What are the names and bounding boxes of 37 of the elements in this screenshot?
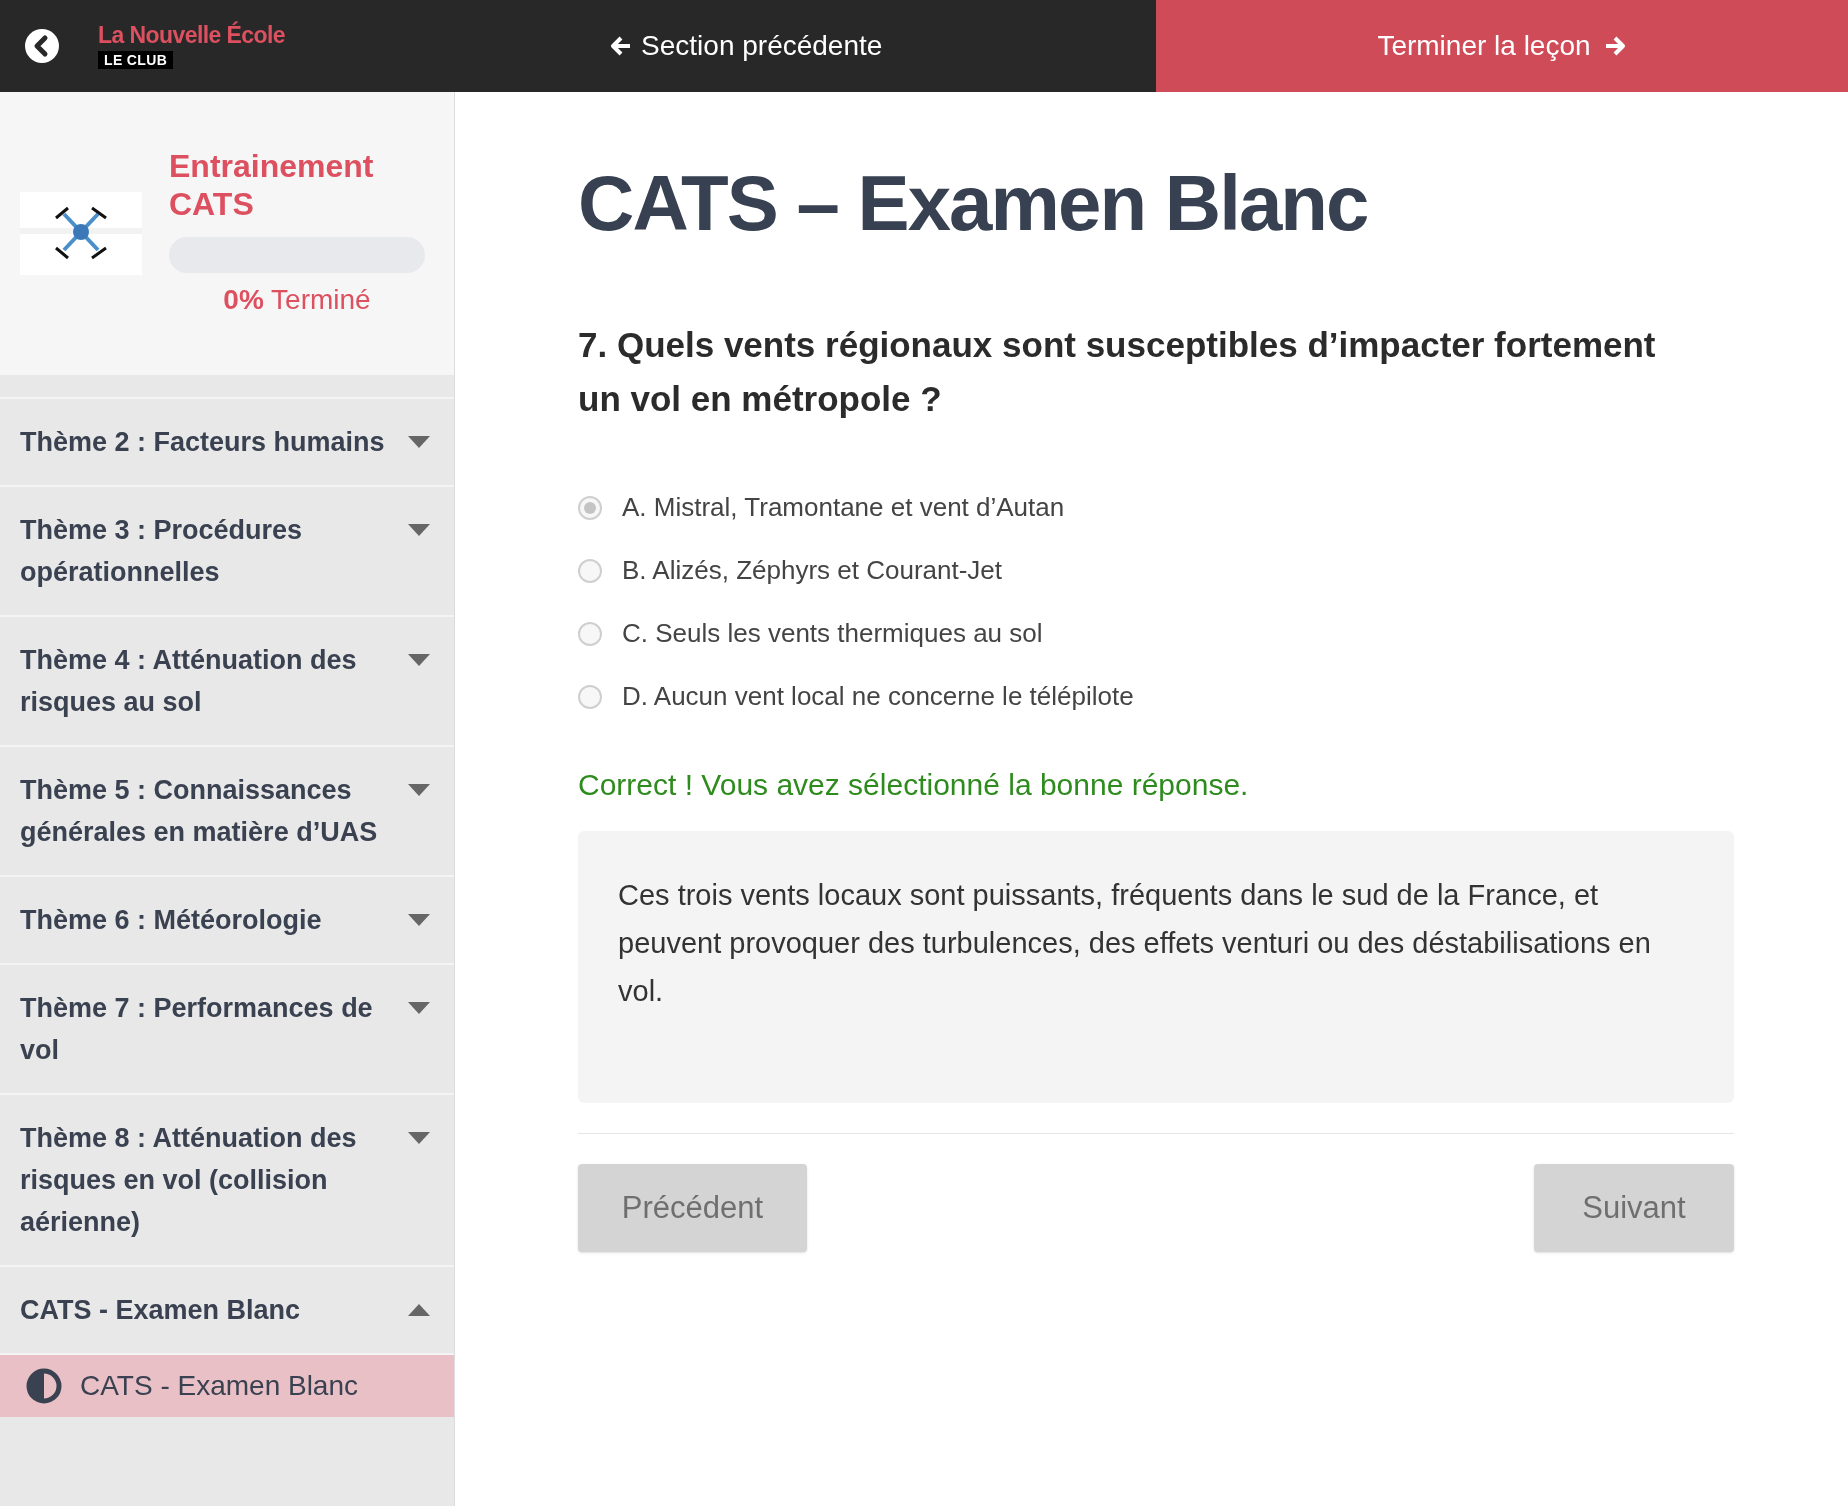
expand-caret-icon[interactable] [408, 914, 430, 926]
collapse-caret-icon[interactable] [408, 1304, 430, 1316]
radio-button[interactable] [578, 621, 602, 646]
previous-section-link[interactable]: Section précédente [609, 25, 883, 67]
radio-button[interactable] [578, 558, 602, 583]
section-title: Thème 8 : Atténuation des risques en vol (collision aérienne) [20, 1122, 358, 1239]
back-icon[interactable] [25, 29, 59, 63]
progress-label: 0% Terminé [222, 282, 372, 317]
answer-option[interactable]: C. Seuls les vents thermiques au sol [578, 614, 1734, 653]
radio-button[interactable] [578, 684, 602, 709]
expand-caret-icon[interactable] [408, 524, 430, 536]
section-title: Thème 7 : Performances de vol [20, 992, 374, 1067]
section-title: Thème 2 : Facteurs humains [20, 426, 386, 459]
section-title: CATS - Examen Blanc [20, 1294, 302, 1327]
section-title: Thème 6 : Météorologie [20, 904, 323, 937]
expand-caret-icon[interactable] [408, 784, 430, 796]
answer-option[interactable]: D. Aucun vent local ne concerne le télépilote [578, 677, 1734, 716]
brand-name: La Nouvelle École [98, 23, 286, 47]
finish-lesson-button[interactable]: Terminer la leçon [1156, 0, 1848, 92]
brand-tag: LE CLUB [98, 50, 174, 69]
half-circle-icon [26, 1368, 62, 1404]
expand-caret-icon[interactable] [408, 1132, 430, 1144]
answer-option[interactable]: B. Alizés, Zéphyrs et Courant-Jet [578, 551, 1734, 590]
feedback-message: Correct ! Vous avez sélectionné la bonne réponse. [578, 767, 1250, 803]
explanation-text: Ces trois vents locaux sont puissants, fréquents dans le sud de la France, et peuvent provoquer des turbulences, des effets venturi ou des déstabilisations en vol. [618, 878, 1652, 1009]
answer-option[interactable]: A. Mistral, Tramontane et vent d’Autan [578, 488, 1734, 527]
page-title: CATS – Examen Blanc [578, 164, 1369, 242]
section-title: Thème 5 : Connaissances générales en matière d’UAS [20, 774, 379, 849]
radio-button[interactable] [578, 495, 602, 520]
expand-caret-icon[interactable] [408, 654, 430, 666]
section-title: Thème 3 : Procédures opérationnelles [20, 514, 304, 589]
question-text: 7. Quels vents régionaux sont susceptibles d’impacter fortement un vol en métropole ? [578, 324, 1657, 420]
expand-caret-icon[interactable] [408, 436, 430, 448]
expand-caret-icon[interactable] [408, 1002, 430, 1014]
section-title: Thème 4 : Atténuation des risques au sol [20, 644, 358, 719]
lesson-item[interactable]: CATS - Examen Blanc [0, 1353, 454, 1417]
course-title: Entrainement CATS [169, 146, 375, 223]
